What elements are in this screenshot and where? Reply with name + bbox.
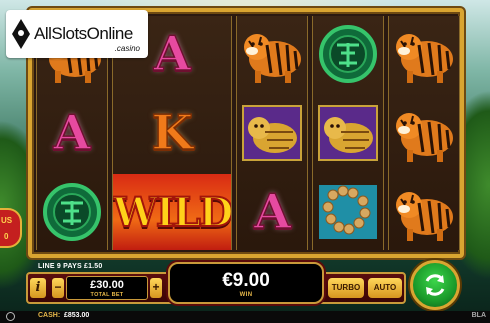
decrease-bet-button[interactable]: −: [52, 278, 64, 298]
tiger-symbol-icon: [396, 34, 454, 83]
reel-5-cell-3: [389, 174, 459, 250]
win-value: €9.00: [222, 270, 270, 291]
info-button[interactable]: i: [30, 278, 46, 298]
wild-symbol: WILD: [113, 188, 232, 237]
provider-brand: BLA: [471, 312, 486, 319]
letter-k-symbol: K: [151, 104, 194, 162]
reel-4-cell-2: [313, 95, 383, 171]
jade-coin-symbol-icon: [319, 25, 378, 83]
reel-5: [388, 16, 461, 250]
increase-bet-button[interactable]: +: [150, 278, 162, 298]
autoplay-button[interactable]: AUTO: [368, 278, 402, 298]
reel-1-cell-3: [37, 174, 107, 250]
logo-text: AllSlotsOnline: [34, 24, 133, 43]
total-bet-label: TOTAL BET: [90, 292, 124, 298]
reel-2-cell-2: K: [113, 95, 231, 171]
letter-a-symbol: A: [253, 183, 292, 241]
total-bet-display: £30.00 TOTAL BET: [66, 276, 148, 300]
letter-a-symbol: A: [153, 25, 192, 83]
tiger-symbol-icon: [244, 34, 302, 83]
win-label: WIN: [239, 292, 253, 298]
diamond-logo-icon: [12, 19, 30, 49]
spin-button[interactable]: [410, 260, 460, 310]
total-bet-value: £30.00: [90, 279, 124, 291]
logo-subtext: .casino: [114, 44, 140, 53]
reel-3: A: [236, 16, 309, 250]
reel-1-cell-2: A: [37, 95, 107, 171]
cash-label: CASH:: [38, 312, 61, 319]
bonus-tab-count: 0: [4, 232, 9, 241]
win-display: €9.00 WIN: [168, 262, 324, 304]
jade-coin-symbol-icon: [43, 183, 101, 241]
reel-4-cell-3: [313, 174, 383, 250]
bonus-tab[interactable]: US 0: [0, 208, 22, 248]
clock-icon: [6, 312, 15, 321]
spin-arrows-icon: [425, 274, 445, 296]
reel-3-cell-1: [237, 16, 307, 92]
tiger-symbol-icon: [396, 113, 454, 162]
bead-bracelet-symbol-icon: [319, 185, 378, 239]
reel-3-cell-3: A: [237, 174, 307, 250]
reel-3-cell-2: [237, 95, 307, 171]
reel-2-cell-3: WILD: [113, 174, 232, 250]
armored-tiger-symbol-icon: [242, 105, 303, 161]
reel-5-cell-1: [389, 16, 459, 92]
reel-4-cell-1: [313, 16, 383, 92]
letter-a-symbol: A: [53, 104, 92, 162]
reel-4: [312, 16, 385, 250]
reel-5-cell-2: [389, 95, 459, 171]
cash-value: £853.00: [64, 312, 90, 319]
allslotsonline-logo: AllSlotsOnline .casino: [6, 10, 148, 58]
armored-tiger-symbol-icon: [318, 105, 379, 161]
line-pays-text: LINE 9 PAYS £1.50: [38, 263, 103, 270]
tiger-symbol-icon: [396, 192, 454, 241]
turbo-button[interactable]: TURBO: [328, 278, 364, 298]
bonus-tab-label: US: [1, 216, 13, 225]
